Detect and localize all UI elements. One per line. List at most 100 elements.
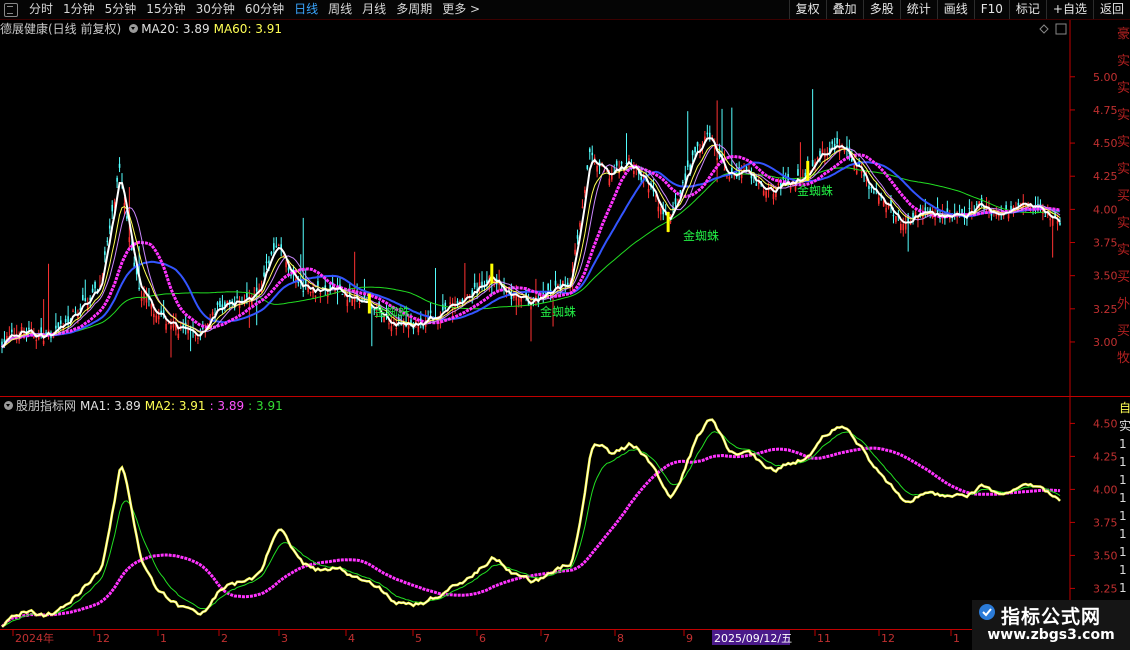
candle-body <box>309 291 312 294</box>
candle-body <box>657 206 660 212</box>
signal-label: 金蜘蛛 <box>797 183 833 198</box>
x-tick-label: 2025/09/12/五 <box>714 632 792 645</box>
side-label: 外 <box>1117 297 1130 312</box>
candle-body <box>674 198 677 205</box>
sub-green-line <box>1 431 1061 628</box>
candle-body <box>155 315 158 322</box>
candle-body <box>997 215 1000 217</box>
candle-body <box>481 281 483 286</box>
candle-body <box>238 302 241 309</box>
candle-body <box>275 245 278 247</box>
candle-body <box>873 191 875 193</box>
candle-body <box>694 146 696 153</box>
sub-yellow-line <box>1 418 1061 628</box>
candle-body <box>165 323 167 330</box>
candle-body <box>395 328 398 330</box>
candle-body <box>251 301 253 305</box>
signal-label: 金蜘蛛 <box>540 304 576 319</box>
side-label: 实 <box>1117 216 1130 231</box>
y-tick-label: 3.25 <box>1093 303 1118 316</box>
candle-body <box>579 222 581 227</box>
candle-body <box>904 223 907 230</box>
candle-body <box>797 169 799 176</box>
x-tick-label: 8 <box>617 632 624 645</box>
candle-body <box>417 326 420 333</box>
side-label: 买 <box>1117 324 1130 339</box>
candle-body <box>584 189 586 193</box>
candle-body <box>170 325 172 330</box>
x-tick-label: 11 <box>817 632 831 645</box>
candle-body <box>111 204 114 212</box>
candle-body <box>686 160 689 167</box>
candle-body <box>633 171 635 174</box>
candle-body <box>72 310 74 312</box>
candle-body <box>819 150 821 156</box>
candle-body <box>314 295 317 297</box>
candle-body <box>153 313 155 318</box>
candle-body <box>319 293 322 295</box>
candle-body <box>696 142 699 147</box>
candles <box>1 89 1061 358</box>
y-tick-label: 4.75 <box>1093 104 1118 117</box>
candle-body <box>620 161 623 164</box>
candle-body <box>1017 202 1020 206</box>
side-label: 1 <box>1119 473 1127 487</box>
x-tick-label: 9 <box>686 632 693 645</box>
candle-body <box>226 300 229 304</box>
candle-body <box>885 208 887 213</box>
side-label: 买 <box>1117 270 1130 285</box>
candle-body <box>1049 218 1052 221</box>
y-tick-label: 4.00 <box>1093 203 1118 216</box>
side-label: 1 <box>1119 509 1127 523</box>
candle-body <box>35 339 38 342</box>
candle-body <box>547 283 549 290</box>
candle-body <box>390 326 393 332</box>
sub-y-tick-label: 3.50 <box>1093 549 1118 562</box>
candle-body <box>623 170 625 172</box>
candle-body <box>194 335 197 337</box>
x-tick-label: 4 <box>348 632 355 645</box>
candle-body <box>669 221 672 223</box>
candle-body <box>128 237 131 243</box>
candle-body <box>138 287 140 290</box>
side-label: 1 <box>1119 563 1127 577</box>
watermark-title: 指标公式网 <box>1000 606 1101 628</box>
candle-body <box>126 216 128 219</box>
candle-body <box>811 160 814 166</box>
candle-body <box>517 298 520 306</box>
candle-body <box>1056 220 1059 224</box>
candle-body <box>863 174 865 177</box>
candle-body <box>273 243 275 250</box>
candle-body <box>611 174 613 180</box>
candle-body <box>104 251 106 255</box>
side-label: 1 <box>1119 527 1127 541</box>
panel-maximize-icon <box>1055 23 1067 35</box>
sub-y-tick-label: 3.25 <box>1093 582 1118 595</box>
candle-body <box>167 323 170 325</box>
candle-body <box>596 166 598 172</box>
side-label: 豪 <box>1117 26 1130 42</box>
candle-body <box>388 323 390 325</box>
candle-body <box>157 315 160 320</box>
candle-body <box>831 141 834 144</box>
side-label: 1 <box>1119 437 1127 451</box>
candle-body <box>10 329 13 333</box>
candle-body <box>216 302 219 305</box>
candle-body <box>750 175 753 179</box>
side-label: 实 <box>1117 108 1130 123</box>
candle-body <box>84 298 87 302</box>
candle-body <box>877 197 880 204</box>
x-tick-label: 12 <box>96 632 110 645</box>
price-chart[interactable]: 5.00 4.75 4.50 4.25 4.00 3.75 3.50 3.25 3.00 4.50… <box>0 0 1130 650</box>
watermark-url: www.zbgs3.com <box>987 627 1115 643</box>
candle-body <box>116 177 118 182</box>
candle-body <box>677 199 679 201</box>
candle-body <box>816 157 819 159</box>
x-tick-label: 7 <box>543 632 550 645</box>
candle-body <box>576 235 579 239</box>
signal-label: 金蜘蛛 <box>374 304 410 319</box>
candle-body <box>588 148 591 153</box>
candle-body <box>868 185 870 189</box>
candle-body <box>358 303 361 305</box>
candle-body <box>442 304 444 311</box>
